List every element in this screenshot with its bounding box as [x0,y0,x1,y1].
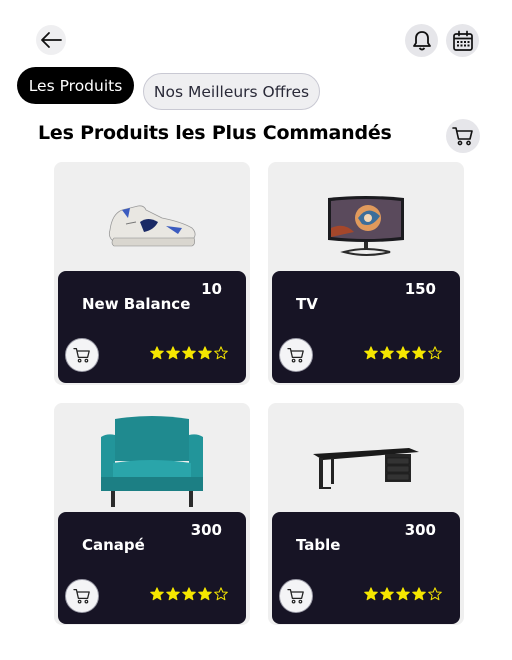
product-info-panel: TV 150 [272,271,460,383]
product-name: Canapé [82,536,145,554]
star-filled-icon [166,587,180,601]
star-empty-icon [428,346,442,360]
product-price: 300 [404,521,436,539]
arrow-left-icon [41,32,62,48]
star-filled-icon [150,587,164,601]
rating-stars [150,587,228,601]
cart-button[interactable] [446,119,480,153]
desk-image [313,448,419,489]
product-image [54,180,250,270]
add-to-cart-button[interactable] [65,579,99,613]
tab-nos-meilleurs-offres[interactable]: Nos Meilleurs Offres [143,73,320,110]
tab-label: Les Produits [28,76,123,95]
product-info-panel: Table 300 [272,512,460,624]
add-to-cart-button[interactable] [279,338,313,372]
cart-icon [452,127,473,146]
product-card[interactable]: New Balance 10 [54,162,250,385]
star-filled-icon [412,346,426,360]
add-to-cart-button[interactable] [65,338,99,372]
back-button[interactable] [36,25,66,55]
cart-icon [287,588,304,604]
product-name: TV [296,295,318,313]
star-filled-icon [364,587,378,601]
star-filled-icon [198,587,212,601]
star-filled-icon [166,346,180,360]
star-filled-icon [198,346,212,360]
product-image [268,433,464,503]
star-empty-icon [214,346,228,360]
product-image [268,182,464,270]
star-filled-icon [182,346,196,360]
product-price: 150 [404,280,436,298]
rating-stars [364,587,442,601]
product-name: Table [296,536,341,554]
star-empty-icon [428,587,442,601]
star-filled-icon [150,346,164,360]
product-name: New Balance [82,295,191,313]
armchair-image [101,416,203,507]
rating-stars [150,346,228,360]
star-filled-icon [380,346,394,360]
calendar-button[interactable] [446,24,479,57]
star-empty-icon [214,587,228,601]
product-price: 300 [190,521,222,539]
product-image [54,411,250,511]
star-filled-icon [396,346,410,360]
notifications-button[interactable] [405,24,438,57]
product-card[interactable]: Canapé 300 [54,403,250,625]
monitor-image [328,196,404,256]
section-title: Les Produits les Plus Commandés [38,122,392,144]
cart-icon [73,588,90,604]
product-info-panel: Canapé 300 [58,512,246,624]
add-to-cart-button[interactable] [279,579,313,613]
star-filled-icon [380,587,394,601]
product-price: 10 [201,280,222,298]
rating-stars [364,346,442,360]
star-filled-icon [396,587,410,601]
bell-icon [412,30,431,50]
calendar-icon [452,30,473,51]
star-filled-icon [412,587,426,601]
star-filled-icon [364,346,378,360]
cart-icon [73,347,90,363]
product-card[interactable]: TV 150 [268,162,464,385]
tab-label: Nos Meilleurs Offres [153,82,310,101]
cart-icon [287,347,304,363]
product-card[interactable]: Table 300 [268,403,464,625]
star-filled-icon [182,587,196,601]
tab-les-produits[interactable]: Les Produits [17,67,134,104]
sneaker-image [108,205,196,247]
product-info-panel: New Balance 10 [58,271,246,383]
